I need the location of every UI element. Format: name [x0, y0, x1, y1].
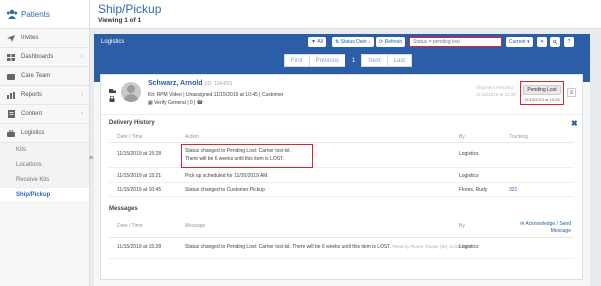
patient-id: (ID: 104400): [204, 81, 233, 87]
patient-name[interactable]: Schwarz, Arnold (ID: 104400): [148, 80, 232, 87]
sidebar-item-label: Content: [21, 111, 43, 117]
pager-previous[interactable]: Previous: [308, 54, 347, 67]
sidebar-item-invites[interactable]: Invites: [0, 29, 89, 48]
menu-icon: ≡: [569, 89, 574, 96]
avatar: [121, 82, 141, 102]
sidebar-subitem-locations[interactable]: Locations: [0, 158, 89, 173]
phone-icon: ☎: [195, 100, 203, 106]
status-highlight: Pending Lost 11/15/2019 at 15:28: [520, 81, 564, 105]
pager-last[interactable]: Last: [386, 54, 413, 67]
status-date: 11/15/2019 at 15:28: [524, 96, 560, 102]
sidebar-item-content[interactable]: Content ‹: [0, 105, 89, 124]
help-button[interactable]: ?: [564, 37, 574, 47]
sidebar-item-label: Care Team: [21, 73, 51, 79]
document-icon: [6, 110, 16, 118]
sidebar-item-label: Logistics: [21, 130, 45, 136]
close-icon[interactable]: ✖: [571, 119, 578, 128]
table-row: 11/15/2019 at 15:21 Pick up scheduled fo…: [109, 169, 574, 183]
sidebar-item-dashboards[interactable]: Dashboards ‹: [0, 48, 89, 67]
card-left-icons: [109, 89, 116, 102]
sidebar-item-reports[interactable]: Reports ‹: [0, 86, 89, 105]
sort-status-date-button[interactable]: ⇅ Status Date ↓: [332, 37, 374, 47]
bar-chart-icon: [6, 91, 16, 99]
table-row: 11/15/2019 at 15:28 Status changed to Pe…: [109, 145, 574, 168]
shipment-card-header: Schwarz, Arnold (ID: 104400) Kit: RPM Vi…: [101, 75, 582, 115]
status-badge[interactable]: Pending Lost: [523, 84, 561, 95]
shipment-card: Schwarz, Arnold (ID: 104400) Kit: RPM Vi…: [100, 74, 583, 280]
briefcase-icon: [6, 129, 16, 137]
acknowledge-send-message-link[interactable]: ✉ Acknowledge / Send Message: [509, 221, 571, 235]
page-header: Ship/Pickup Viewing 1 of 1: [90, 0, 601, 29]
sidebar-subitem-kits[interactable]: Kits: [0, 143, 89, 158]
sidebar: Patients Invites Dashboards ‹ Care Team …: [0, 0, 90, 286]
truck-icon: [109, 89, 116, 93]
close-icon: ✕: [539, 39, 545, 45]
pager-current-page[interactable]: 1: [345, 54, 363, 67]
chevron-left-icon: ‹: [81, 92, 83, 98]
page-title: Ship/Pickup: [98, 2, 162, 16]
pager-first[interactable]: First: [284, 54, 310, 67]
tracking-link[interactable]: 321: [509, 187, 517, 193]
search-input[interactable]: Status = pending lost: [409, 37, 502, 47]
sort-direction-icon: ↓: [366, 39, 371, 45]
filter-all-button[interactable]: ▼ All: [308, 37, 326, 47]
help-icon: ?: [567, 39, 571, 45]
refresh-button[interactable]: ⟳ Refresh: [376, 37, 406, 47]
users-icon: [6, 9, 18, 19]
action-highlight: [181, 144, 313, 168]
view-select[interactable]: Current ▾: [506, 37, 533, 47]
drag-handle-icon[interactable]: ≡: [89, 155, 93, 162]
page-subtitle: Viewing 1 of 1: [98, 17, 142, 24]
sidebar-item-logistics[interactable]: Logistics: [0, 124, 89, 143]
sidebar-subitem-ship-pickup[interactable]: Ship/Pickup: [0, 188, 89, 203]
sidebar-item-care-team[interactable]: Care Team: [0, 67, 89, 86]
search-icon: [553, 40, 557, 44]
chevron-left-icon: ‹: [81, 54, 83, 60]
table-row: 11/15/2019 at 15:28 Status changed to Pe…: [109, 241, 574, 259]
pager-next[interactable]: Next: [361, 54, 388, 67]
search-button[interactable]: [550, 37, 560, 47]
table-row: 11/15/2019 at 10:45 Status changed to Cu…: [109, 183, 574, 197]
panel-title: Logistics: [101, 39, 125, 45]
messages-title: Messages: [109, 206, 138, 212]
sidebar-subitem-receive-kits[interactable]: Receive Kits: [0, 173, 89, 188]
delivery-history-title: Delivery History: [109, 120, 155, 126]
logistics-panel: Logistics ▼ All ⇅ Status Date ↓ ⟳ Refres…: [94, 34, 590, 286]
program-info: ▦ Verify General | 0 | ☎: [148, 100, 203, 106]
clear-search-button[interactable]: ✕: [537, 37, 547, 47]
brand[interactable]: Patients: [0, 0, 89, 29]
pagination: First Previous 1 Next Last: [284, 54, 413, 67]
care-team-icon: [6, 72, 16, 80]
panel-toolbar: Logistics ▼ All ⇅ Status Date ↓ ⟳ Refres…: [94, 34, 590, 50]
card-menu-button[interactable]: ≡: [567, 88, 576, 97]
messages-table-header: Date / Time Message By ✉ Acknowledge / S…: [109, 221, 574, 238]
sidebar-item-label: Reports: [21, 92, 43, 98]
caret-down-icon: ▾: [525, 39, 530, 45]
sidebar-item-label: Invites: [21, 35, 39, 41]
dashboard-icon: [6, 53, 16, 61]
previous-status: Shipment Pending 11/15/2019 at 15:20: [476, 85, 516, 97]
kit-info: Kit: RPM Video | Unassigned 11/15/2019 a…: [148, 92, 284, 98]
lock-icon: [109, 96, 115, 102]
send-icon: [6, 34, 16, 42]
sidebar-item-label: Dashboards: [21, 54, 54, 60]
chevron-left-icon: ‹: [81, 111, 83, 117]
delivery-table-header: Date / Time Action By Tracking: [109, 134, 574, 143]
brand-name: Patients: [21, 9, 50, 19]
